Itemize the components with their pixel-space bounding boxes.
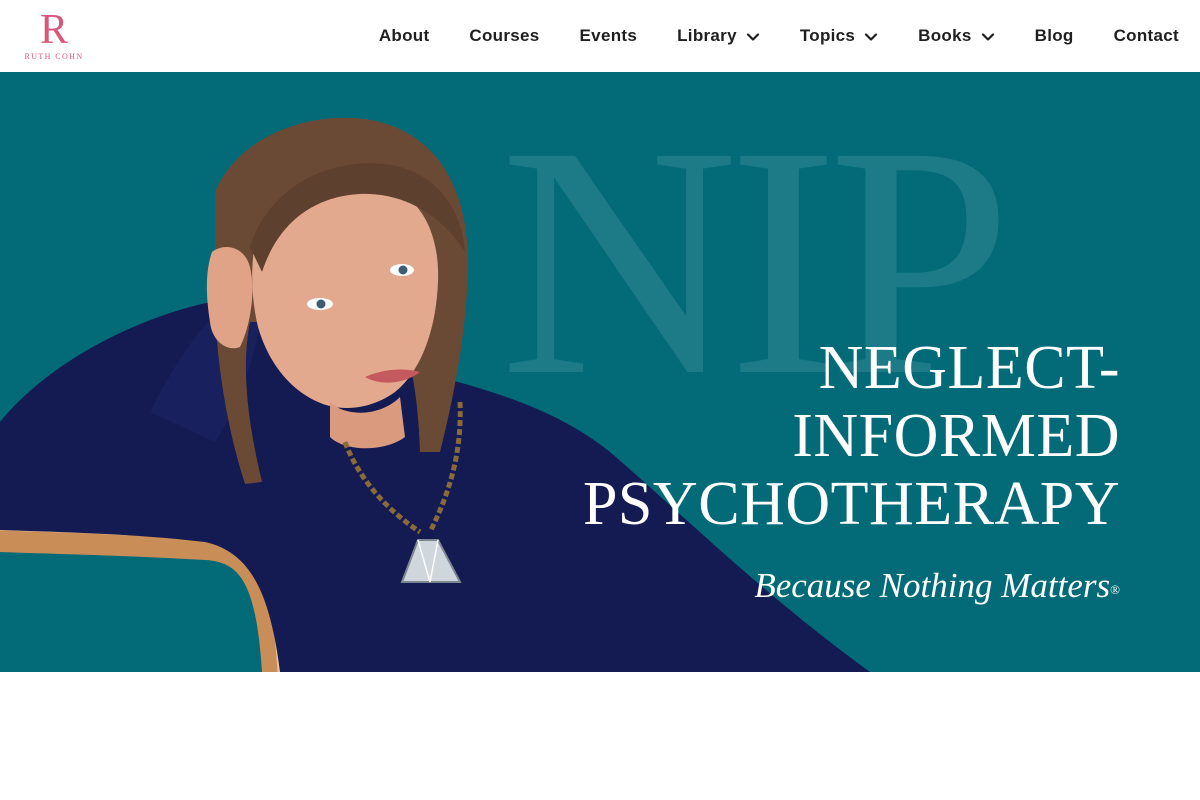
nav-item-topics[interactable]: Topics [780,0,898,72]
nav-item-label: Contact [1113,26,1179,45]
nav-item-contact[interactable]: Contact [1094,0,1200,72]
hero-title: NEGLECT- INFORMED PSYCHOTHERAPY [560,334,1120,538]
chevron-down-icon [981,32,994,41]
registered-mark: ® [1110,582,1120,597]
hero-banner: NIP NEGLECT- INFORMED PSYCHOTHERAPY Beca… [0,72,1200,672]
site-header: R RUTH COHN About Courses Events Library… [0,0,1200,72]
logo-mark: R [39,7,68,53]
nav-item-about[interactable]: About [359,0,450,72]
content-area [0,672,1200,800]
nav-item-label: Blog [1034,26,1074,45]
nav-item-label: Courses [469,26,540,45]
hero-tagline: Because Nothing Matters® [620,564,1120,608]
site-logo[interactable]: R RUTH COHN [20,7,90,62]
nav-item-books[interactable]: Books [898,0,1014,72]
nav-item-events[interactable]: Events [560,0,658,72]
nav-item-blog[interactable]: Blog [1015,0,1094,72]
hero-title-line: INFORMED [792,402,1120,470]
hero-tagline-text: Because Nothing Matters [754,566,1111,605]
main-nav: About Courses Events Library Topics Book… [359,0,1200,72]
nav-item-library[interactable]: Library [657,0,780,72]
chevron-down-icon [865,32,878,41]
hero-title-line: NEGLECT- [818,334,1120,402]
logo-text: RUTH COHN [24,52,84,61]
hero-title-line: PSYCHOTHERAPY [582,470,1120,538]
chevron-down-icon [746,32,759,41]
nav-item-label: About [378,26,430,45]
nav-item-label: Topics [799,26,856,45]
nav-item-label: Events [579,26,638,45]
nav-item-courses[interactable]: Courses [449,0,559,72]
nav-item-label: Library [677,26,737,45]
nav-item-label: Books [918,26,972,45]
